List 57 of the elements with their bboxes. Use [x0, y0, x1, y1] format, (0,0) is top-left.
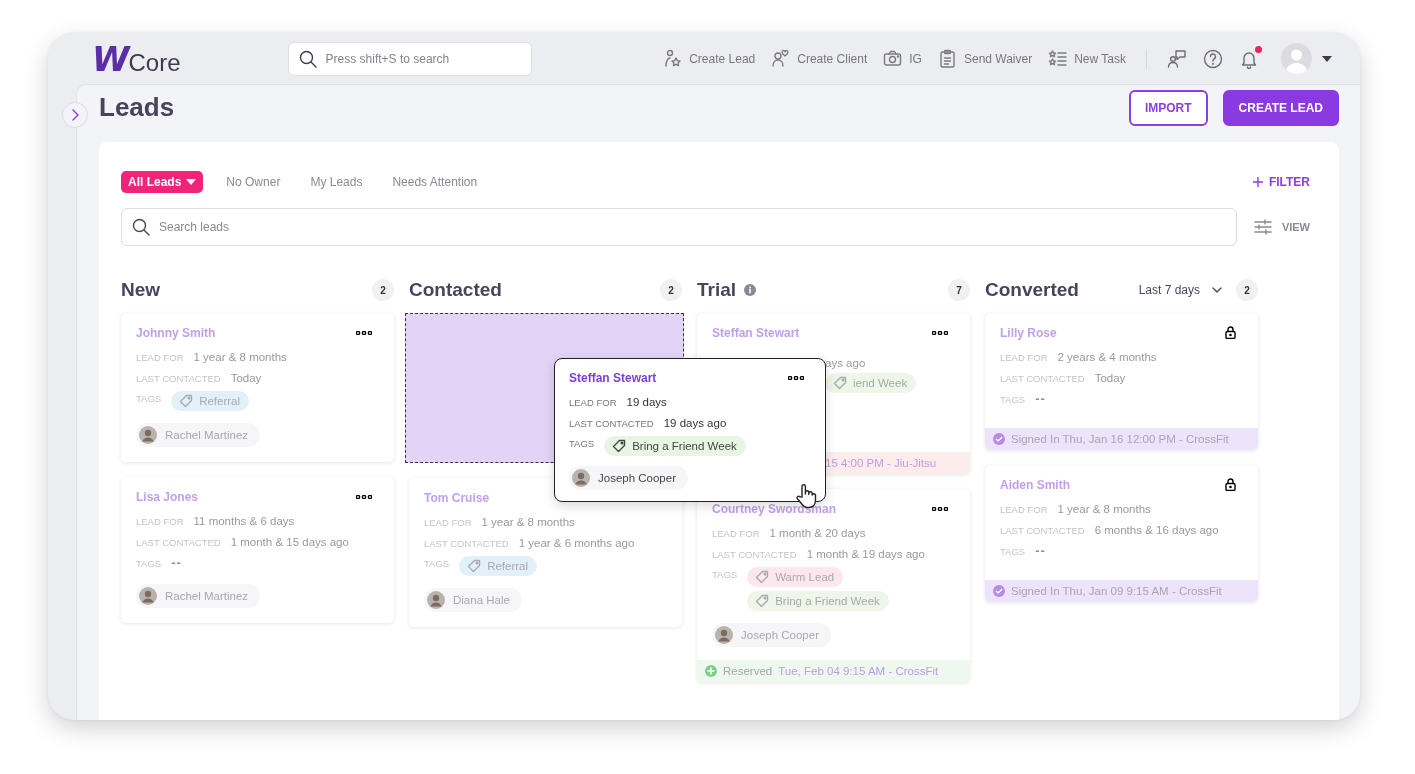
reservation-label: Reserved: [723, 665, 773, 677]
field-label: LAST CONTACTED: [1000, 372, 1085, 386]
page-title: Leads: [99, 91, 176, 123]
owner-chip: Diana Hale: [424, 588, 522, 612]
field-value: Today: [1094, 371, 1126, 386]
field-value: 1 year & 6 months ago: [518, 536, 635, 551]
field-value: 1 month & 20 days: [769, 526, 866, 541]
field-label: TAGS: [1000, 393, 1026, 407]
field-value: 1 year & 8 months: [481, 515, 575, 530]
field-label: TAGS: [569, 437, 595, 451]
tag-chip: Bring a Friend Week: [604, 436, 746, 456]
column-title: Trial: [697, 279, 737, 301]
app-name: Core: [128, 48, 181, 77]
field-value: 19 days: [626, 395, 667, 410]
field-label: LAST CONTACTED: [136, 536, 221, 550]
field-label: LAST CONTACTED: [712, 548, 797, 562]
tag-chip: Warm Lead: [747, 567, 844, 587]
owner-chip: Rachel Martinez: [136, 584, 261, 608]
empty-tags-mark: --: [1035, 390, 1046, 408]
tag-chip: Bring a Friend Week: [747, 591, 889, 611]
column-title: Contacted: [409, 279, 502, 301]
field-value: 1 year & 8 months: [1057, 502, 1151, 517]
tag-chip: Referral: [171, 391, 250, 411]
logo-mark: W: [92, 38, 127, 79]
field-label: LAST CONTACTED: [1000, 524, 1085, 538]
owner-chip: Joseph Cooper: [569, 466, 688, 490]
field-label: TAGS: [1000, 545, 1026, 559]
count-badge: 2: [1236, 279, 1258, 301]
field-label: TAGS: [424, 557, 450, 571]
field-value: 2 years & 4 months: [1057, 350, 1157, 365]
sign-in-note: Signed In Thu, Jan 09 9:15 AM - CrossFit: [1011, 585, 1222, 597]
field-value: 1 year & 8 months: [193, 350, 287, 365]
column-title: Converted: [985, 279, 1079, 301]
field-value: 1 month & 19 days ago: [806, 547, 925, 562]
owner-chip: Joseph Cooper: [712, 623, 831, 647]
field-label: LAST CONTACTED: [424, 537, 509, 551]
count-badge: 2: [660, 279, 682, 301]
column-title: New: [121, 279, 161, 301]
field-label: TAGS: [712, 568, 738, 582]
empty-tags-mark: --: [171, 554, 182, 572]
sign-in-note: Signed In Thu, Jan 16 12:00 PM - CrossFit: [1011, 433, 1229, 445]
tag-chip: Referral: [459, 556, 538, 576]
count-badge: 2: [372, 279, 394, 301]
field-value: Today: [230, 371, 262, 386]
owner-chip: Rachel Martinez: [136, 423, 261, 447]
field-value: 6 months & 16 days ago: [1094, 523, 1219, 538]
field-label: LAST CONTACTED: [569, 417, 654, 431]
tag-chip: iend Week: [825, 373, 917, 393]
field-value: ays ago: [825, 356, 866, 371]
field-label: LEAD FOR: [569, 396, 617, 410]
count-badge: 7: [948, 279, 970, 301]
field-value: 11 months & 6 days: [193, 514, 295, 529]
field-label: LAST CONTACTED: [136, 372, 221, 386]
field-label: TAGS: [136, 392, 162, 406]
empty-tags-mark: --: [1035, 542, 1046, 560]
field-value: 1 month & 15 days ago: [230, 535, 349, 550]
field-label: TAGS: [136, 557, 162, 571]
